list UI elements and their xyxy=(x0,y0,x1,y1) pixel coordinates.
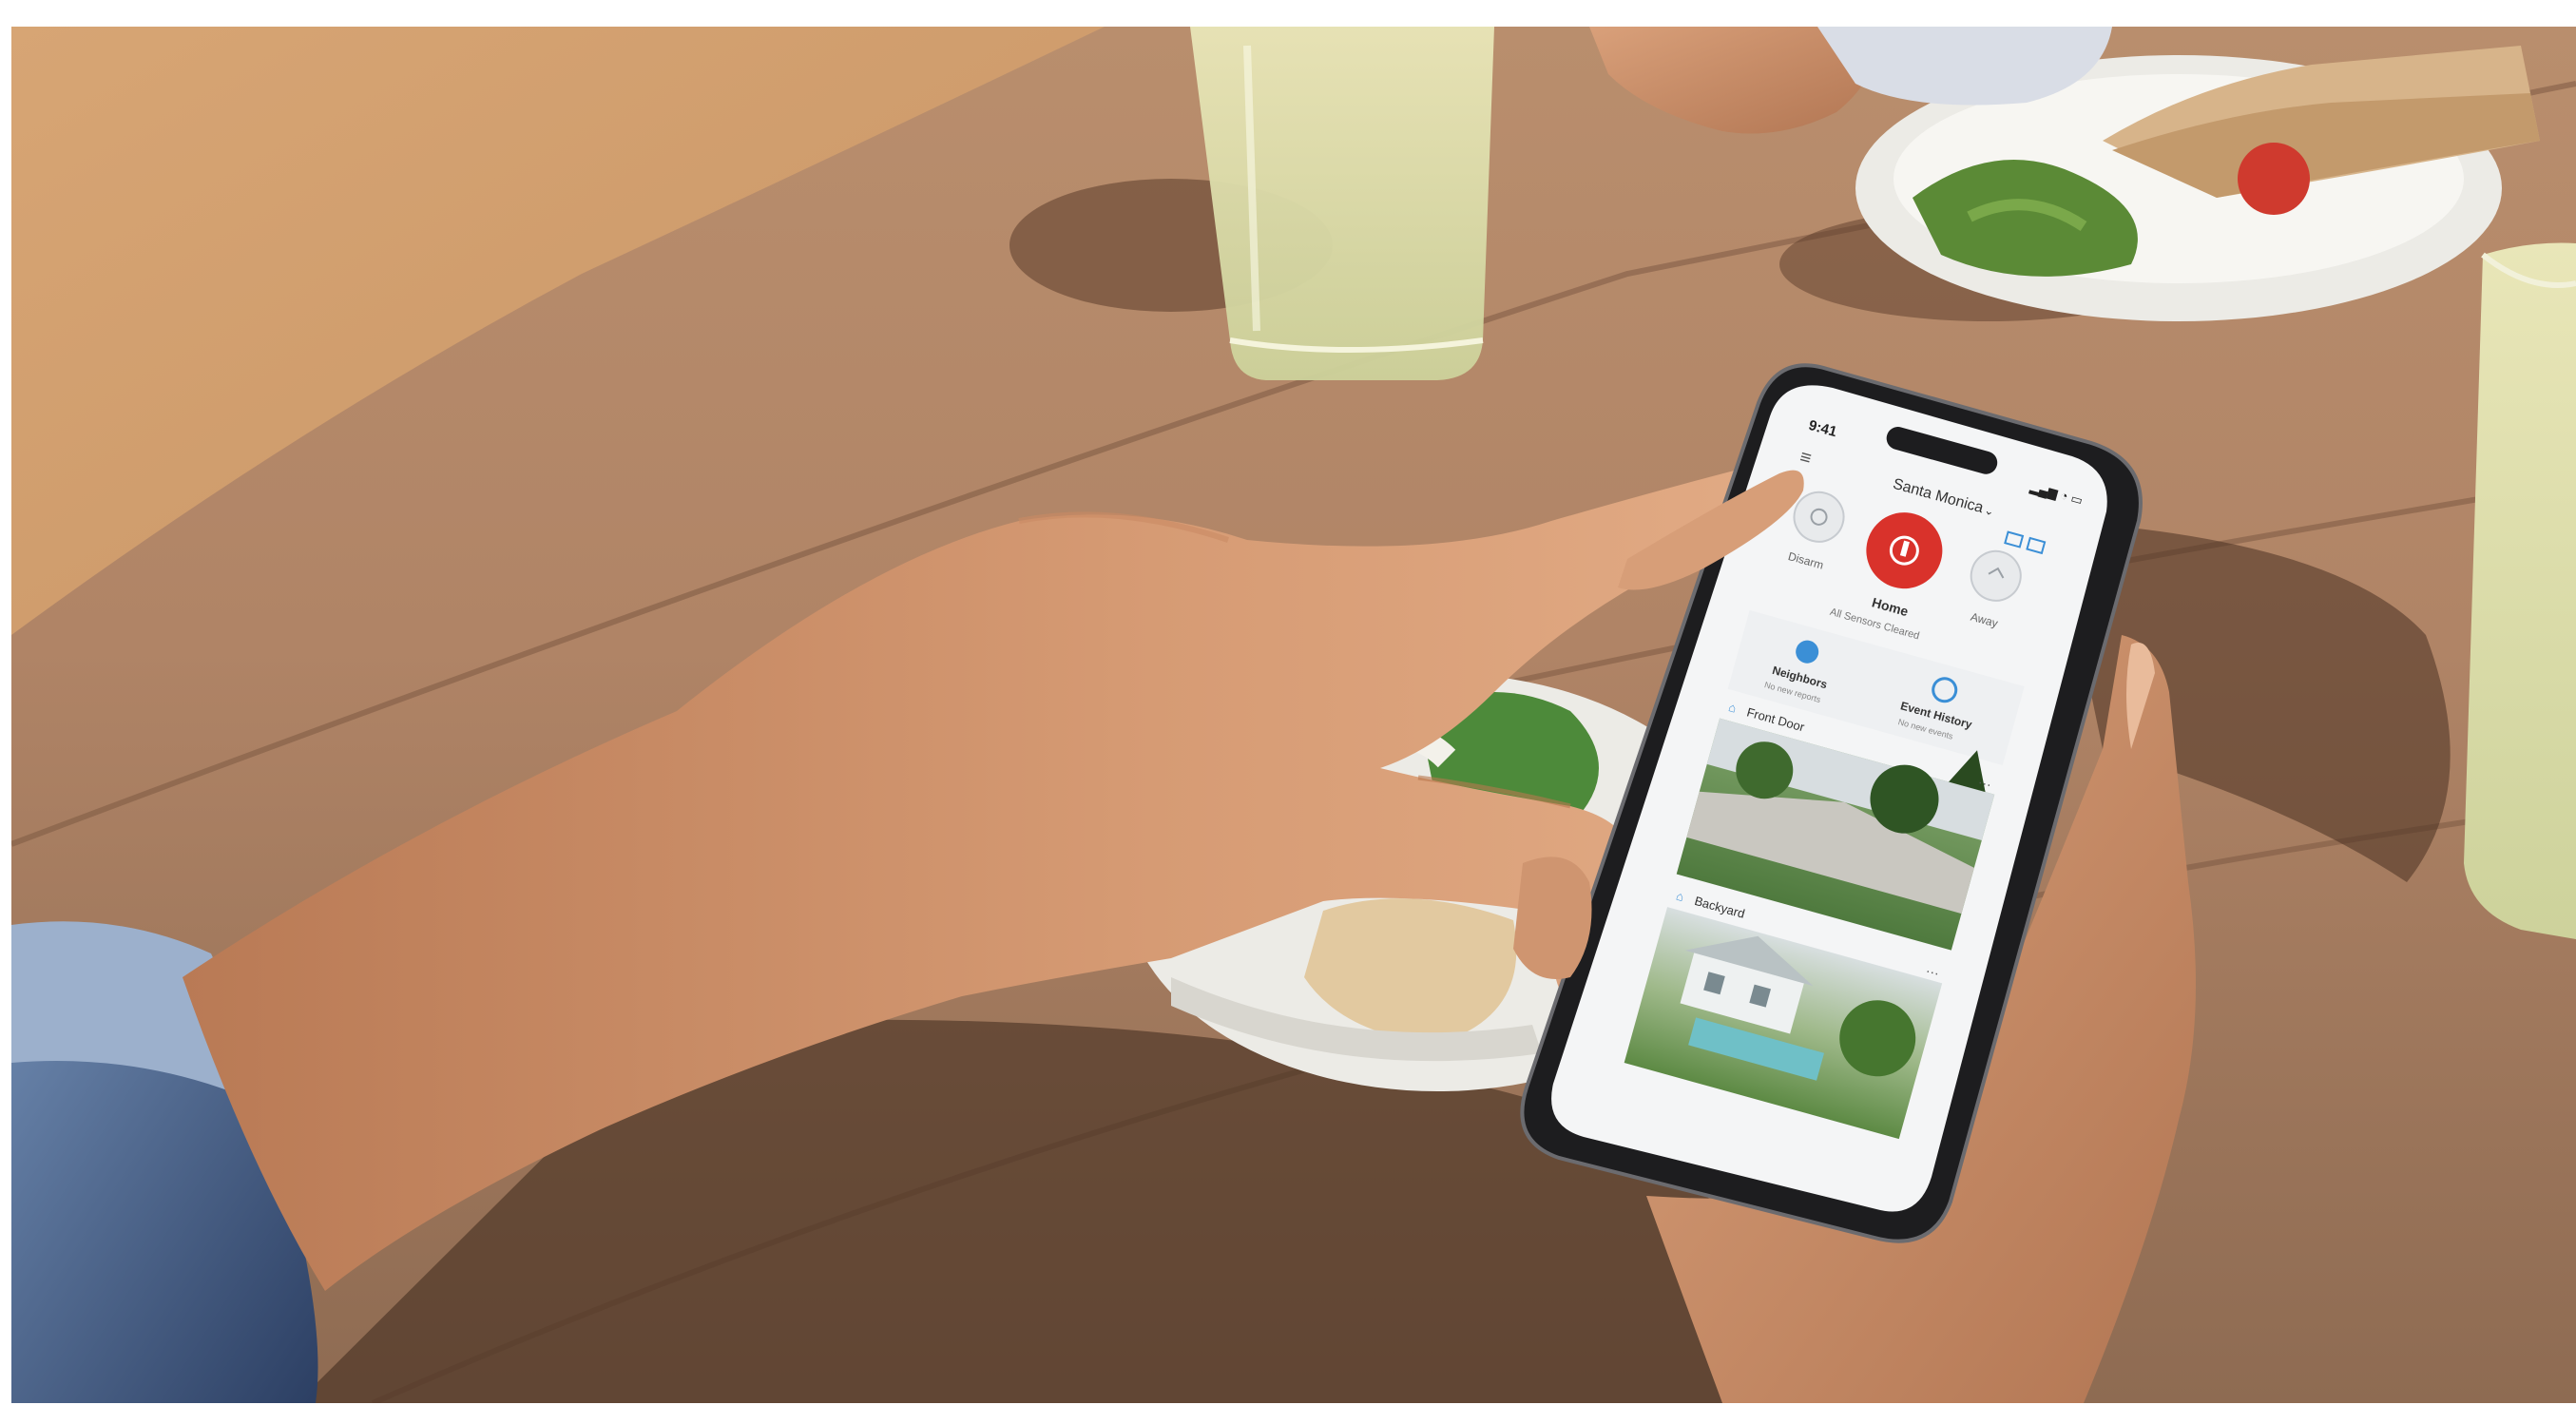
lemonade-glass xyxy=(1190,27,1494,380)
photo-scene: 9:41 ▂▄▆ ◔ ▭ ≡ Santa Monica ⌄ Disarm Hom… xyxy=(11,27,2576,1403)
right-glass xyxy=(2464,242,2576,939)
thumb xyxy=(1513,856,1592,979)
